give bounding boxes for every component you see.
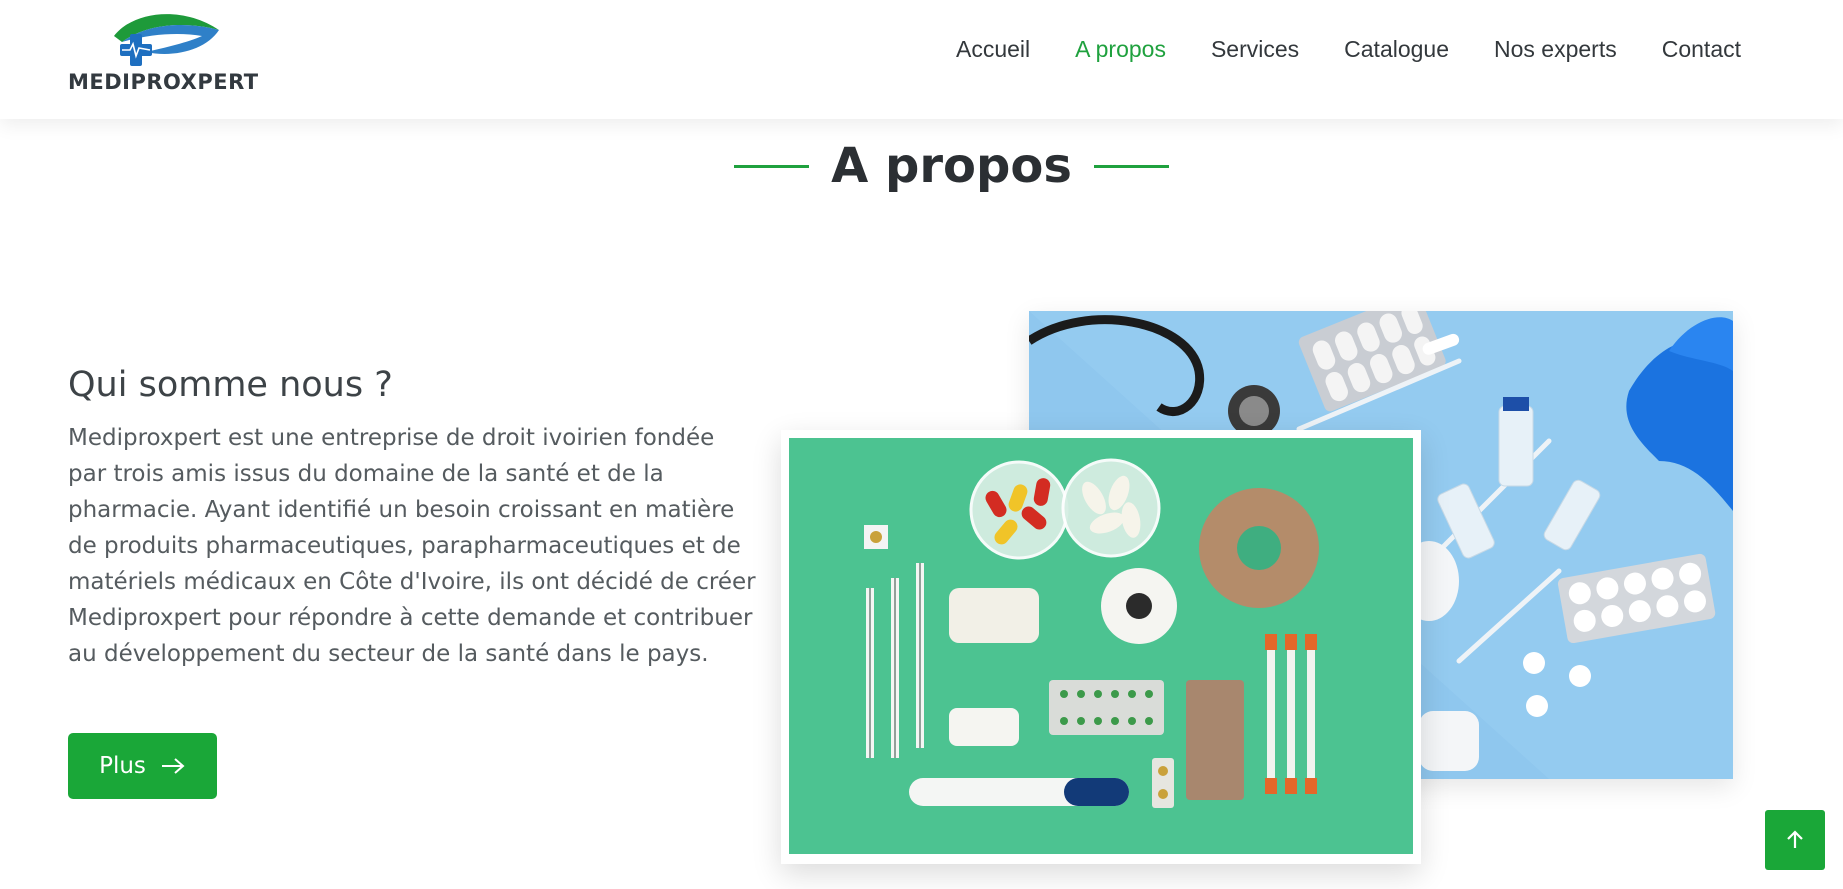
site-header: MEDIPROXPERT Accueil A propos Services C… [0, 0, 1843, 119]
section-title-block: A propos [0, 138, 1843, 194]
nav-item-services[interactable]: Services [1211, 36, 1299, 63]
about-heading: Qui somme nous ? [68, 365, 393, 405]
title-line-left [734, 164, 810, 168]
plus-button-label: Plus [99, 753, 146, 779]
scroll-to-top-button[interactable] [1765, 810, 1825, 870]
nav-item-nos-experts[interactable]: Nos experts [1494, 36, 1617, 63]
plus-button[interactable]: Plus [68, 733, 217, 799]
nav-item-catalogue[interactable]: Catalogue [1344, 36, 1449, 63]
about-description: Mediproxpert est une entreprise de droit… [68, 425, 756, 667]
nav-item-contact[interactable]: Contact [1662, 36, 1741, 63]
medical-kit-illustration-green [789, 438, 1413, 854]
medical-kit-photo-green [781, 430, 1421, 864]
title-line-right [1093, 164, 1169, 168]
brand-logo[interactable]: MEDIPROXPERT [68, 8, 268, 96]
brand-name: MEDIPROXPERT [68, 70, 259, 94]
nav-item-accueil[interactable]: Accueil [956, 36, 1030, 63]
arrow-right-icon [161, 758, 185, 774]
nav-item-a-propos[interactable]: A propos [1075, 36, 1166, 63]
section-title: A propos [831, 138, 1072, 194]
arrow-up-icon [1787, 830, 1803, 848]
logo-mark-icon [114, 14, 219, 66]
main-nav: Accueil A propos Services Catalogue Nos … [956, 36, 1741, 63]
